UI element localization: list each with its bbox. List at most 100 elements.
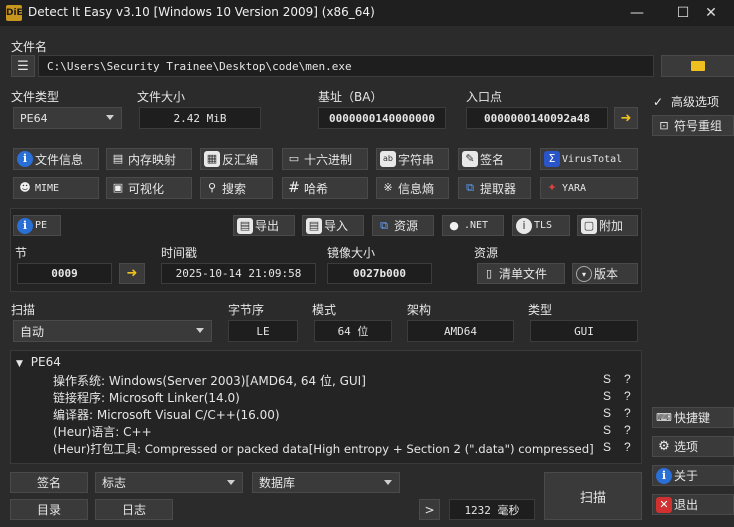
mime-label: MIME	[35, 182, 60, 194]
database-select[interactable]: 数据库	[252, 472, 400, 493]
tls-icon: i	[516, 217, 532, 234]
signature-flag[interactable]: S	[603, 440, 611, 454]
mode-label: 模式	[312, 303, 337, 317]
advanced-label: 高级选项	[671, 95, 720, 109]
file-type-select[interactable]: PE64	[13, 107, 122, 129]
dotnet-button[interactable]: ● .NET	[442, 215, 504, 236]
shortcuts-label: 快捷键	[674, 411, 711, 425]
file-info-button[interactable]: i 文件信息	[13, 148, 99, 170]
tree-row[interactable]: (Heur)打包工具: Compressed or packed data[Hi…	[53, 440, 593, 457]
file-name-label: 文件名	[11, 40, 48, 54]
flags-select[interactable]: 标志	[95, 472, 243, 493]
image-size-label: 镜像大小	[327, 246, 376, 260]
signatures-button[interactable]: 签名	[10, 472, 88, 493]
info-flag[interactable]: ?	[624, 372, 631, 386]
app-icon: DiE	[6, 5, 23, 21]
virustotal-button[interactable]: Σ VirusTotal	[540, 148, 638, 170]
disasm-button[interactable]: ▦ 反汇编	[200, 148, 273, 170]
about-button[interactable]: i 关于	[652, 465, 734, 486]
gear-icon: ⚙	[658, 438, 670, 454]
info-flag[interactable]: ?	[624, 440, 631, 454]
hex-icon: ▭	[288, 152, 300, 165]
section-label: 节	[15, 246, 28, 260]
info-flag[interactable]: ?	[624, 423, 631, 437]
scan-mode-select[interactable]: 自动	[13, 320, 212, 342]
entry-point-goto-button[interactable]: ➜	[614, 107, 638, 129]
open-file-button[interactable]	[661, 55, 734, 77]
options-button[interactable]: ⚙ 选项	[652, 436, 734, 457]
strings-button[interactable]: ab 字符串	[376, 148, 449, 170]
keyboard-icon: ⌨	[656, 410, 672, 424]
disasm-icon: ▦	[204, 151, 220, 167]
about-label: 关于	[674, 469, 699, 483]
tree-root[interactable]: ▼ PE64	[16, 355, 61, 369]
signature-flag[interactable]: S	[603, 389, 611, 403]
signature-label: 签名	[480, 152, 505, 167]
tree-row[interactable]: 编译器: Microsoft Visual C/C++(16.00)	[53, 406, 280, 423]
architecture-field: AMD64	[407, 320, 514, 342]
tree-row[interactable]: (Heur)语言: C++	[53, 423, 152, 440]
search-button[interactable]: ⚲ 搜索	[200, 177, 273, 199]
strings-label: 字符串	[398, 152, 435, 167]
signature-button[interactable]: ✎ 签名	[458, 148, 531, 170]
scan-mode-value: 自动	[20, 324, 45, 339]
hex-button[interactable]: ▭ 十六进制	[282, 148, 368, 170]
import-button[interactable]: ▤ 导入	[302, 215, 364, 236]
scan-time-field: 1232 毫秒	[449, 499, 535, 520]
info-flag[interactable]: ?	[624, 389, 631, 403]
minimize-button[interactable]: —	[614, 0, 660, 26]
file-path-field[interactable]: C:\Users\Security Trainee\Desktop\code\m…	[38, 55, 654, 77]
menu-button[interactable]: ☰	[11, 55, 35, 77]
resources-section-label: 资源	[474, 246, 499, 260]
mime-button[interactable]: ☻ MIME	[13, 177, 99, 199]
export-button[interactable]: ▤ 导出	[233, 215, 295, 236]
chevron-down-icon	[196, 328, 204, 333]
endianness-label: 字节序	[228, 303, 265, 317]
advanced-option[interactable]: ✓ 高级选项	[653, 93, 719, 110]
hash-button[interactable]: # 哈希	[282, 177, 368, 199]
disasm-label: 反汇编	[222, 152, 259, 167]
timestamp-field: 2025-10-14 21:09:58	[161, 263, 316, 284]
signature-icon: ✎	[462, 151, 478, 167]
visualize-label: 可视化	[128, 181, 165, 196]
resources-icon: ⧉	[380, 218, 388, 232]
signature-flag[interactable]: S	[603, 372, 611, 386]
info-flag[interactable]: ?	[624, 406, 631, 420]
search-label: 搜索	[222, 181, 247, 196]
signature-flag[interactable]: S	[603, 423, 611, 437]
scan-button[interactable]: 扫描	[544, 472, 642, 520]
pe-button[interactable]: i PE	[13, 215, 61, 236]
tree-row[interactable]: 操作系统: Windows(Server 2003)[AMD64, 64 位, …	[53, 372, 366, 389]
entry-point-field: 0000000140092a48	[466, 107, 608, 129]
symbol-rebuild-button[interactable]: ⊡ 符号重组	[652, 115, 734, 136]
type-field: GUI	[530, 320, 638, 342]
visualize-button[interactable]: ▣ 可视化	[106, 177, 192, 199]
database-value: 数据库	[259, 476, 296, 490]
extractor-icon: ⧉	[466, 181, 474, 194]
more-button[interactable]: >	[419, 499, 440, 520]
yara-icon: ✦	[547, 181, 557, 194]
export-icon: ▤	[237, 217, 253, 234]
resources-button[interactable]: ⧉ 资源	[372, 215, 434, 236]
exit-button[interactable]: ✕ 退出	[652, 494, 734, 515]
extractor-button[interactable]: ⧉ 提取器	[458, 177, 531, 199]
directory-button[interactable]: 目录	[10, 499, 88, 520]
signature-flag[interactable]: S	[603, 406, 611, 420]
checkmark-icon[interactable]: ✓	[653, 96, 665, 108]
sections-goto-button[interactable]: ➜	[119, 263, 145, 284]
shortcuts-button[interactable]: ⌨ 快捷键	[652, 407, 734, 428]
info-icon: i	[656, 467, 672, 484]
manifest-button[interactable]: ▯ 清单文件	[477, 263, 565, 284]
close-button[interactable]: ✕	[688, 0, 734, 26]
overlay-button[interactable]: ▢ 附加	[577, 215, 638, 236]
expand-arrow-icon: ▼	[16, 359, 23, 369]
entropy-button[interactable]: ※ 信息熵	[376, 177, 449, 199]
overlay-icon: ▢	[581, 217, 597, 234]
yara-button[interactable]: ✦ YARA	[540, 177, 638, 199]
memory-map-button[interactable]: ▤ 内存映射	[106, 148, 192, 170]
search-icon: ⚲	[207, 181, 217, 194]
tls-button[interactable]: i TLS	[512, 215, 570, 236]
log-button[interactable]: 日志	[95, 499, 173, 520]
version-button[interactable]: ▾ 版本	[572, 263, 638, 284]
tree-row[interactable]: 链接程序: Microsoft Linker(14.0)	[53, 389, 240, 406]
